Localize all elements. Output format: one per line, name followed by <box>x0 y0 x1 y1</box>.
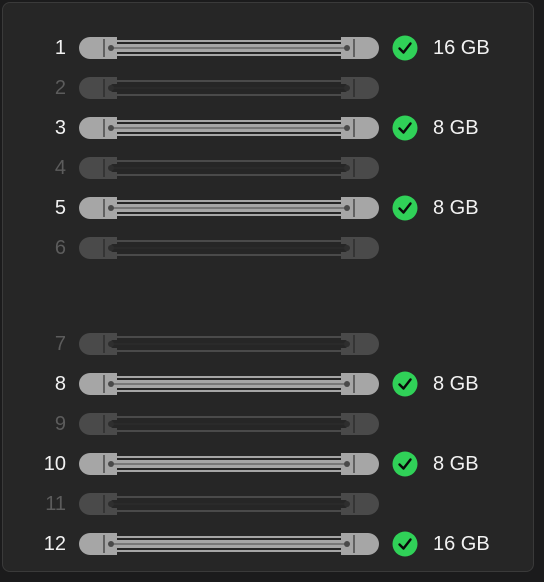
memory-slot-9: 9 <box>0 409 540 439</box>
memory-slot-10: 10 8 GB <box>0 449 540 479</box>
slot-number: 10 <box>43 453 66 475</box>
dimm-slot-icon <box>79 237 379 259</box>
memory-size-label: 8 GB <box>433 373 479 395</box>
dimm-slot-graphic <box>78 156 380 180</box>
slot-number: 11 <box>45 493 66 515</box>
dimm-slot-icon <box>79 333 379 355</box>
memory-slot-3: 3 8 GB <box>0 113 540 143</box>
dimm-slot-graphic <box>78 76 380 100</box>
memory-size-label: 8 GB <box>433 197 479 219</box>
slot-number: 12 <box>43 533 66 555</box>
slot-number: 3 <box>54 117 66 139</box>
dimm-slot-icon <box>79 373 379 395</box>
memory-slot-11: 11 <box>0 489 540 519</box>
slot-number: 5 <box>54 197 66 219</box>
dimm-slot-icon <box>79 197 379 219</box>
dimm-slot-graphic <box>78 36 380 60</box>
memory-slot-6: 6 <box>0 233 540 263</box>
dimm-slot-graphic <box>78 532 380 556</box>
memory-size-label: 8 GB <box>433 453 479 475</box>
dimm-slot-graphic <box>78 372 380 396</box>
checkmark-circle-icon <box>392 371 418 397</box>
memory-slot-8: 8 8 GB <box>0 369 540 399</box>
dimm-slot-graphic <box>78 332 380 356</box>
checkmark-circle-icon <box>392 531 418 557</box>
dimm-slot-icon <box>79 413 379 435</box>
dimm-slot-graphic <box>78 492 380 516</box>
memory-slot-2: 2 <box>0 73 540 103</box>
dimm-slot-graphic <box>78 196 380 220</box>
memory-size-label: 8 GB <box>433 117 479 139</box>
slot-number: 2 <box>54 77 66 99</box>
memory-size-label: 16 GB <box>433 37 490 59</box>
dimm-slot-icon <box>79 533 379 555</box>
dimm-slot-graphic <box>78 116 380 140</box>
dimm-slot-graphic <box>78 412 380 436</box>
memory-slot-1: 1 16 GB <box>0 33 540 63</box>
dimm-slot-icon <box>79 157 379 179</box>
dimm-slot-icon <box>79 77 379 99</box>
checkmark-circle-icon <box>392 115 418 141</box>
slot-number: 1 <box>54 37 66 59</box>
slot-number: 9 <box>54 413 66 435</box>
slot-number: 6 <box>54 237 66 259</box>
memory-slot-12: 12 16 GB <box>0 529 540 559</box>
memory-slot-5: 5 8 GB <box>0 193 540 223</box>
memory-slot-4: 4 <box>0 153 540 183</box>
checkmark-circle-icon <box>392 35 418 61</box>
checkmark-circle-icon <box>392 195 418 221</box>
memory-slot-7: 7 <box>0 329 540 359</box>
slot-number: 4 <box>54 157 66 179</box>
dimm-slot-graphic <box>78 236 380 260</box>
memory-size-label: 16 GB <box>433 533 490 555</box>
slot-number: 8 <box>54 373 66 395</box>
dimm-slot-icon <box>79 117 379 139</box>
dimm-slot-icon <box>79 493 379 515</box>
dimm-slot-icon <box>79 37 379 59</box>
dimm-slot-icon <box>79 453 379 475</box>
checkmark-circle-icon <box>392 451 418 477</box>
dimm-slot-graphic <box>78 452 380 476</box>
slot-number: 7 <box>54 333 66 355</box>
